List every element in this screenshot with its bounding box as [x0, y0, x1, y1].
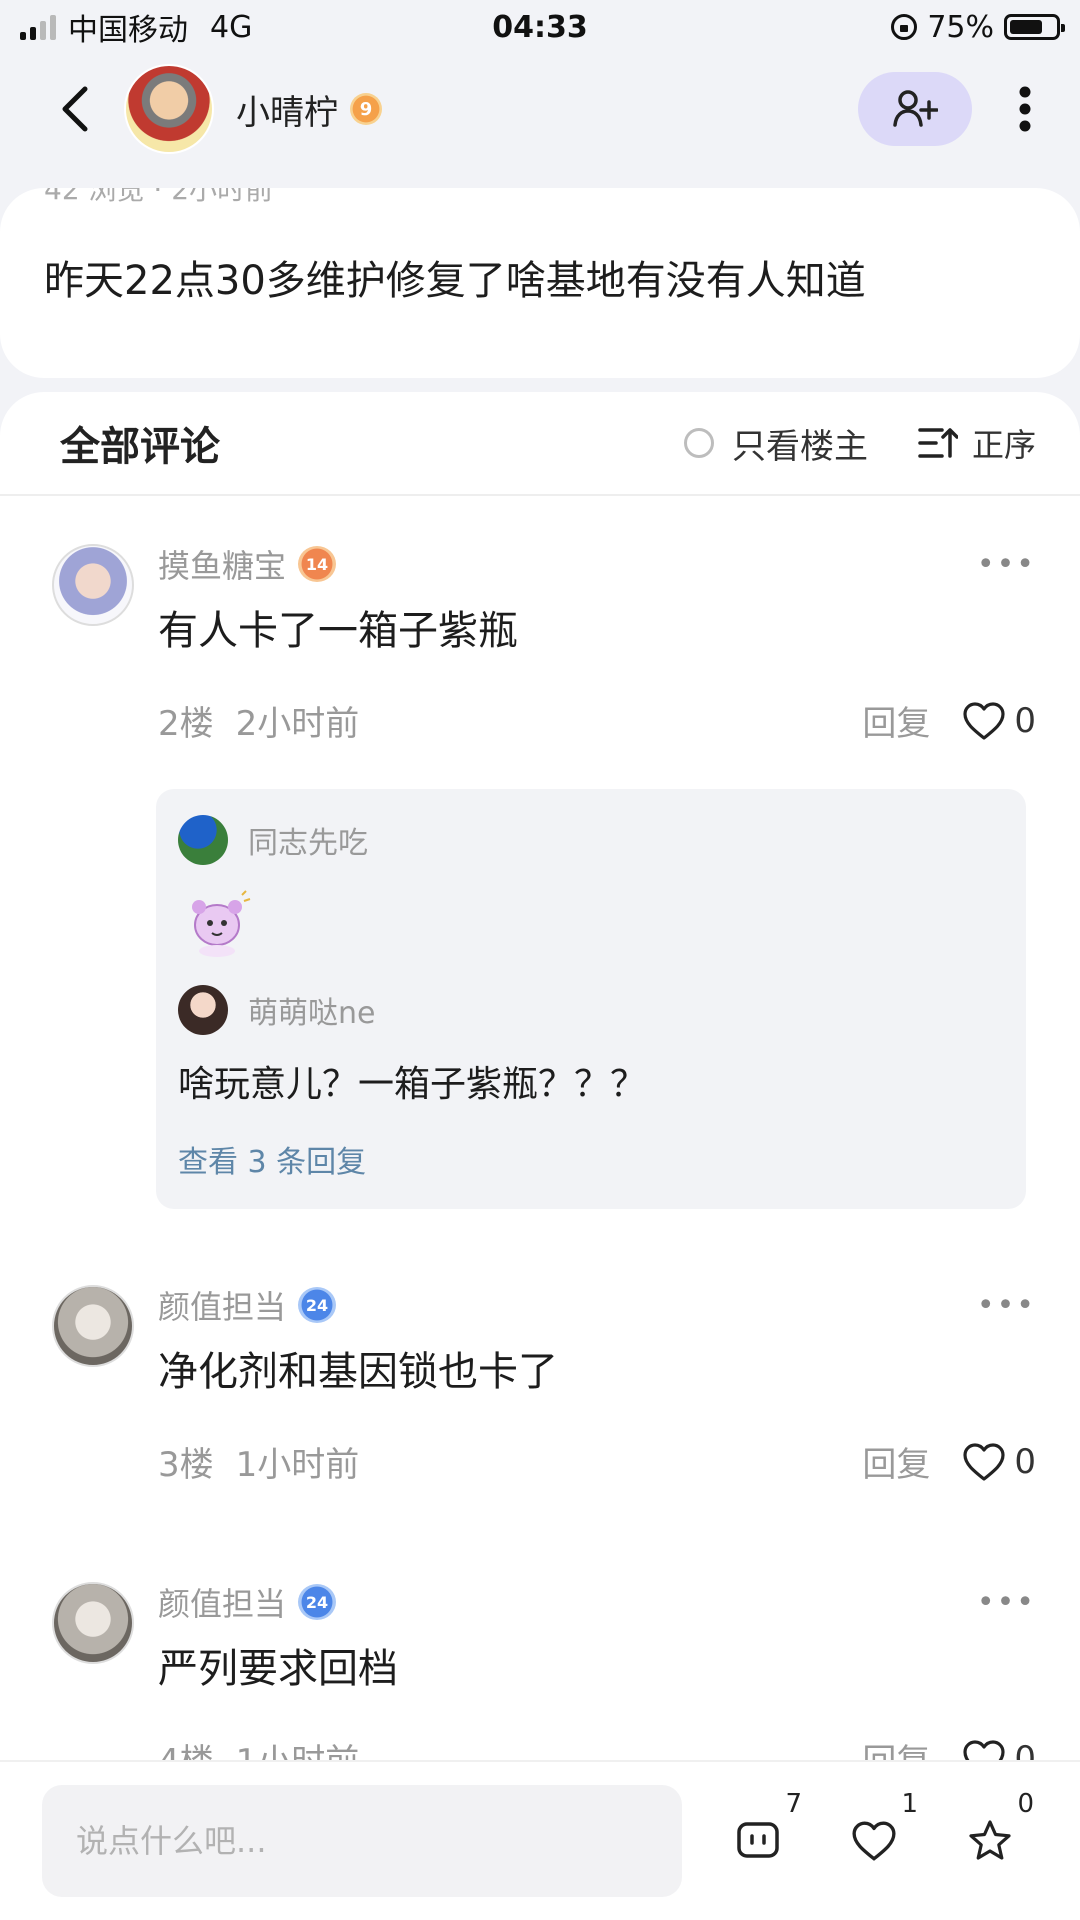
radio-icon [683, 428, 714, 458]
like-count: 1 [901, 1789, 918, 1819]
comments-header: 全部评论 只看楼主 正序 [0, 392, 1080, 496]
carrier-label: 中国移动 [68, 13, 188, 48]
post-card: 42 浏览 · 2小时前 昨天22点30多维护修复了啥基地有没有人知道 [0, 188, 1080, 378]
avatar[interactable] [52, 544, 134, 626]
comment-text: 严列要求回档 [158, 1646, 398, 1692]
only-op-label: 只看楼主 [731, 426, 868, 467]
floor-number: 2楼 [158, 704, 214, 744]
comment-username[interactable]: 颜值担当 [158, 1282, 286, 1328]
avatar[interactable] [52, 1582, 134, 1664]
comment-username[interactable]: 摸鱼糖宝 [158, 541, 286, 587]
author-avatar[interactable] [124, 64, 214, 154]
sort-icon [918, 428, 958, 458]
comment-count: 7 [785, 1789, 802, 1819]
comment-time: 1小时前 [235, 1445, 360, 1485]
heart-icon [963, 1442, 1005, 1481]
like-count: 0 [1014, 1441, 1036, 1482]
like-button[interactable]: 0 [962, 1442, 1036, 1482]
sub-reply-text: 啥玩意儿？一箱子紫瓶？？？ [178, 1064, 647, 1105]
more-horizontal-icon[interactable]: ••• [977, 547, 1036, 582]
sort-label: 正序 [971, 426, 1036, 464]
chevron-left-icon [62, 86, 88, 132]
comment-username[interactable]: 颜值担当 [158, 1579, 286, 1625]
sub-replies-box[interactable]: 同志先吃 萌萌哒ne 啥玩意儿？一箱子紫瓶？？？ 查看 3 条回复 [156, 789, 1026, 1209]
network-label: 4G [210, 9, 253, 45]
like-post-button[interactable]: 1 [844, 1789, 918, 1871]
reply-button[interactable]: 回复 [862, 1437, 930, 1486]
view-replies-link[interactable]: 查看 3 条回复 [178, 1137, 1026, 1181]
comment-item: 摸鱼糖宝 14 ••• 有人卡了一箱子紫瓶 2楼 2小时前 回复 0 同志先吃 [0, 544, 1080, 1209]
favorite-count: 0 [1017, 1789, 1034, 1819]
battery-percent: 75% [927, 9, 994, 45]
battery-icon [1004, 14, 1065, 40]
sort-button[interactable]: 正序 [918, 420, 1036, 466]
level-badge: 24 [298, 1287, 337, 1323]
avatar[interactable] [178, 985, 228, 1035]
more-horizontal-icon[interactable]: ••• [977, 1288, 1036, 1323]
floor-number: 3楼 [158, 1445, 214, 1485]
post-text: 昨天22点30多维护修复了啥基地有没有人知道 [44, 258, 866, 304]
top-nav: 小晴柠 9 [0, 54, 1080, 164]
only-op-toggle[interactable]: 只看楼主 [683, 419, 868, 468]
reply-button[interactable]: 回复 [862, 696, 930, 745]
avatar[interactable] [178, 815, 228, 865]
sub-reply-username[interactable]: 同志先吃 [248, 818, 368, 862]
heart-icon [963, 701, 1005, 740]
star-icon [969, 1820, 1011, 1860]
like-button[interactable]: 0 [962, 701, 1036, 741]
author-level-badge: 9 [350, 93, 382, 125]
comments-section: 全部评论 只看楼主 正序 摸鱼糖宝 14 ••• 有人卡了一箱子紫瓶 2楼 2小… [0, 392, 1080, 1792]
follow-button[interactable] [858, 72, 972, 146]
status-bar: 中国移动 4G 04:33 75% [0, 0, 1080, 54]
author-name[interactable]: 小晴柠 [236, 85, 338, 134]
comment-icon [737, 1822, 779, 1858]
post-meta: 42 浏览 · 2小时前 [44, 188, 274, 206]
comment-text: 有人卡了一箱子紫瓶 [158, 608, 518, 654]
rotation-lock-icon [891, 14, 918, 40]
more-options-button[interactable] [990, 64, 1060, 154]
back-button[interactable] [30, 64, 120, 154]
level-badge: 24 [298, 1584, 337, 1620]
more-horizontal-icon[interactable]: ••• [977, 1585, 1036, 1620]
comments-title: 全部评论 [60, 424, 220, 470]
comment-input[interactable] [42, 1785, 682, 1897]
heart-icon [852, 1821, 896, 1861]
avatar[interactable] [52, 1285, 134, 1367]
signal-icon [20, 14, 56, 40]
bottom-action-bar: 7 1 0 [0, 1762, 1080, 1920]
comment-button[interactable]: 7 [728, 1789, 802, 1871]
more-vertical-icon [1019, 86, 1031, 132]
favorite-button[interactable]: 0 [960, 1789, 1034, 1871]
sticker-image [192, 890, 251, 957]
comment-item: 颜值担当 24 ••• 严列要求回档 4楼 1小时前 回复 0 [0, 1582, 1080, 1783]
sub-reply-username[interactable]: 萌萌哒ne [248, 988, 375, 1032]
comment-item: 颜值担当 24 ••• 净化剂和基因锁也卡了 3楼 1小时前 回复 0 [0, 1285, 1080, 1486]
like-count: 0 [1014, 700, 1036, 741]
level-badge: 14 [298, 546, 337, 582]
add-user-icon [893, 90, 938, 127]
comment-text: 净化剂和基因锁也卡了 [158, 1349, 558, 1395]
comment-time: 2小时前 [235, 704, 360, 744]
